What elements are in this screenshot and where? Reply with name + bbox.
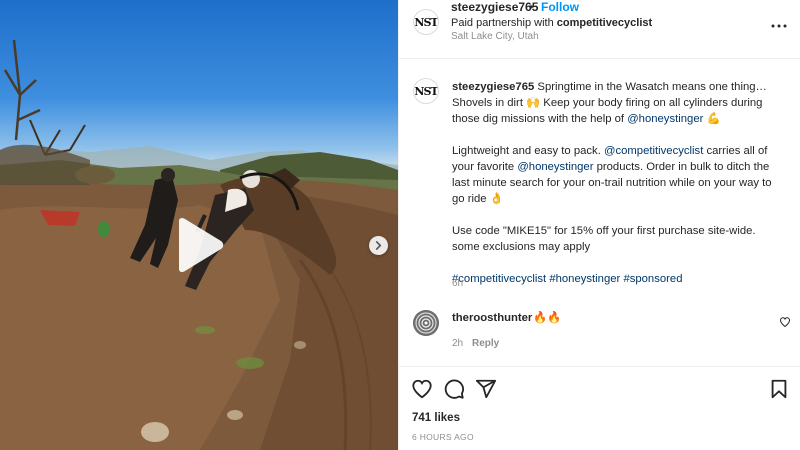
partnership-prefix: Paid partnership with [451,17,554,29]
post-header: NST steezygiese765 • Follow Paid partner… [399,0,800,59]
separator-dot: • [529,0,534,14]
author-avatar[interactable]: NST [413,9,439,35]
location-link[interactable]: Salt Lake City, Utah [451,31,539,42]
hashtag-sponsored[interactable]: #sponsored [623,273,682,285]
post-timestamp[interactable]: 6 HOURS AGO [412,432,474,442]
paid-partnership-label: Paid partnership with competitivecyclist [451,17,652,29]
caption-username[interactable]: steezygiese765 [452,81,534,93]
hashtag-honeystinger[interactable]: #honeystinger [549,273,620,285]
post-side-panel: NST steezygiese765 • Follow Paid partner… [398,0,800,450]
commenter-avatar-image [413,310,439,336]
heart-icon[interactable] [411,378,433,400]
avatar-logo-text: NST [414,15,438,29]
action-bar: 741 likes 6 HOURS AGO [399,366,800,450]
caption-text: steezygiese765 Springtime in the Wasatch… [452,79,780,287]
avatar-logo-text: NST [414,84,438,98]
author-username[interactable]: steezygiese765 [451,0,538,14]
caption-p3: Use code "MIKE15" for 15% off your first… [452,225,756,253]
caption-area: NST steezygiese765 Springtime in the Was… [399,59,800,365]
comment-icon[interactable] [443,378,465,400]
mention-competitivecyclist[interactable]: @competitivecyclist [604,145,703,157]
comment-like-icon[interactable] [779,316,791,328]
share-icon[interactable] [475,378,497,400]
caption-line-1: Springtime in the Wasatch means one thin… [537,81,767,93]
caption-timestamp[interactable]: 6h [452,278,463,289]
follow-button[interactable]: Follow [541,0,579,14]
caption-avatar[interactable]: NST [413,78,439,104]
caption-p2-start: Lightweight and easy to pack. [452,145,601,157]
play-button[interactable] [160,213,228,277]
post-media[interactable] [0,0,398,450]
bookmark-icon[interactable] [768,378,790,400]
caption-emoji: 💪 [706,113,721,125]
mention-honeystinger[interactable]: @honeystinger [627,113,703,125]
hashtag-competitivecyclist[interactable]: #competitivecyclist [452,273,546,285]
like-count[interactable]: 741 likes [412,412,460,424]
next-media-button[interactable] [369,236,388,255]
chevron-right-icon [375,241,382,250]
comment-timestamp[interactable]: 2h [452,338,463,349]
more-options-icon[interactable] [770,17,788,35]
mention-honeystinger-2[interactable]: @honeystinger [517,161,593,173]
partner-link[interactable]: competitivecyclist [557,17,652,29]
play-icon [179,217,224,273]
comment-text: 🔥🔥 [533,312,562,324]
reply-button[interactable]: Reply [472,338,499,349]
comment-username[interactable]: theroosthunter [452,312,532,324]
commenter-avatar[interactable] [413,310,439,336]
